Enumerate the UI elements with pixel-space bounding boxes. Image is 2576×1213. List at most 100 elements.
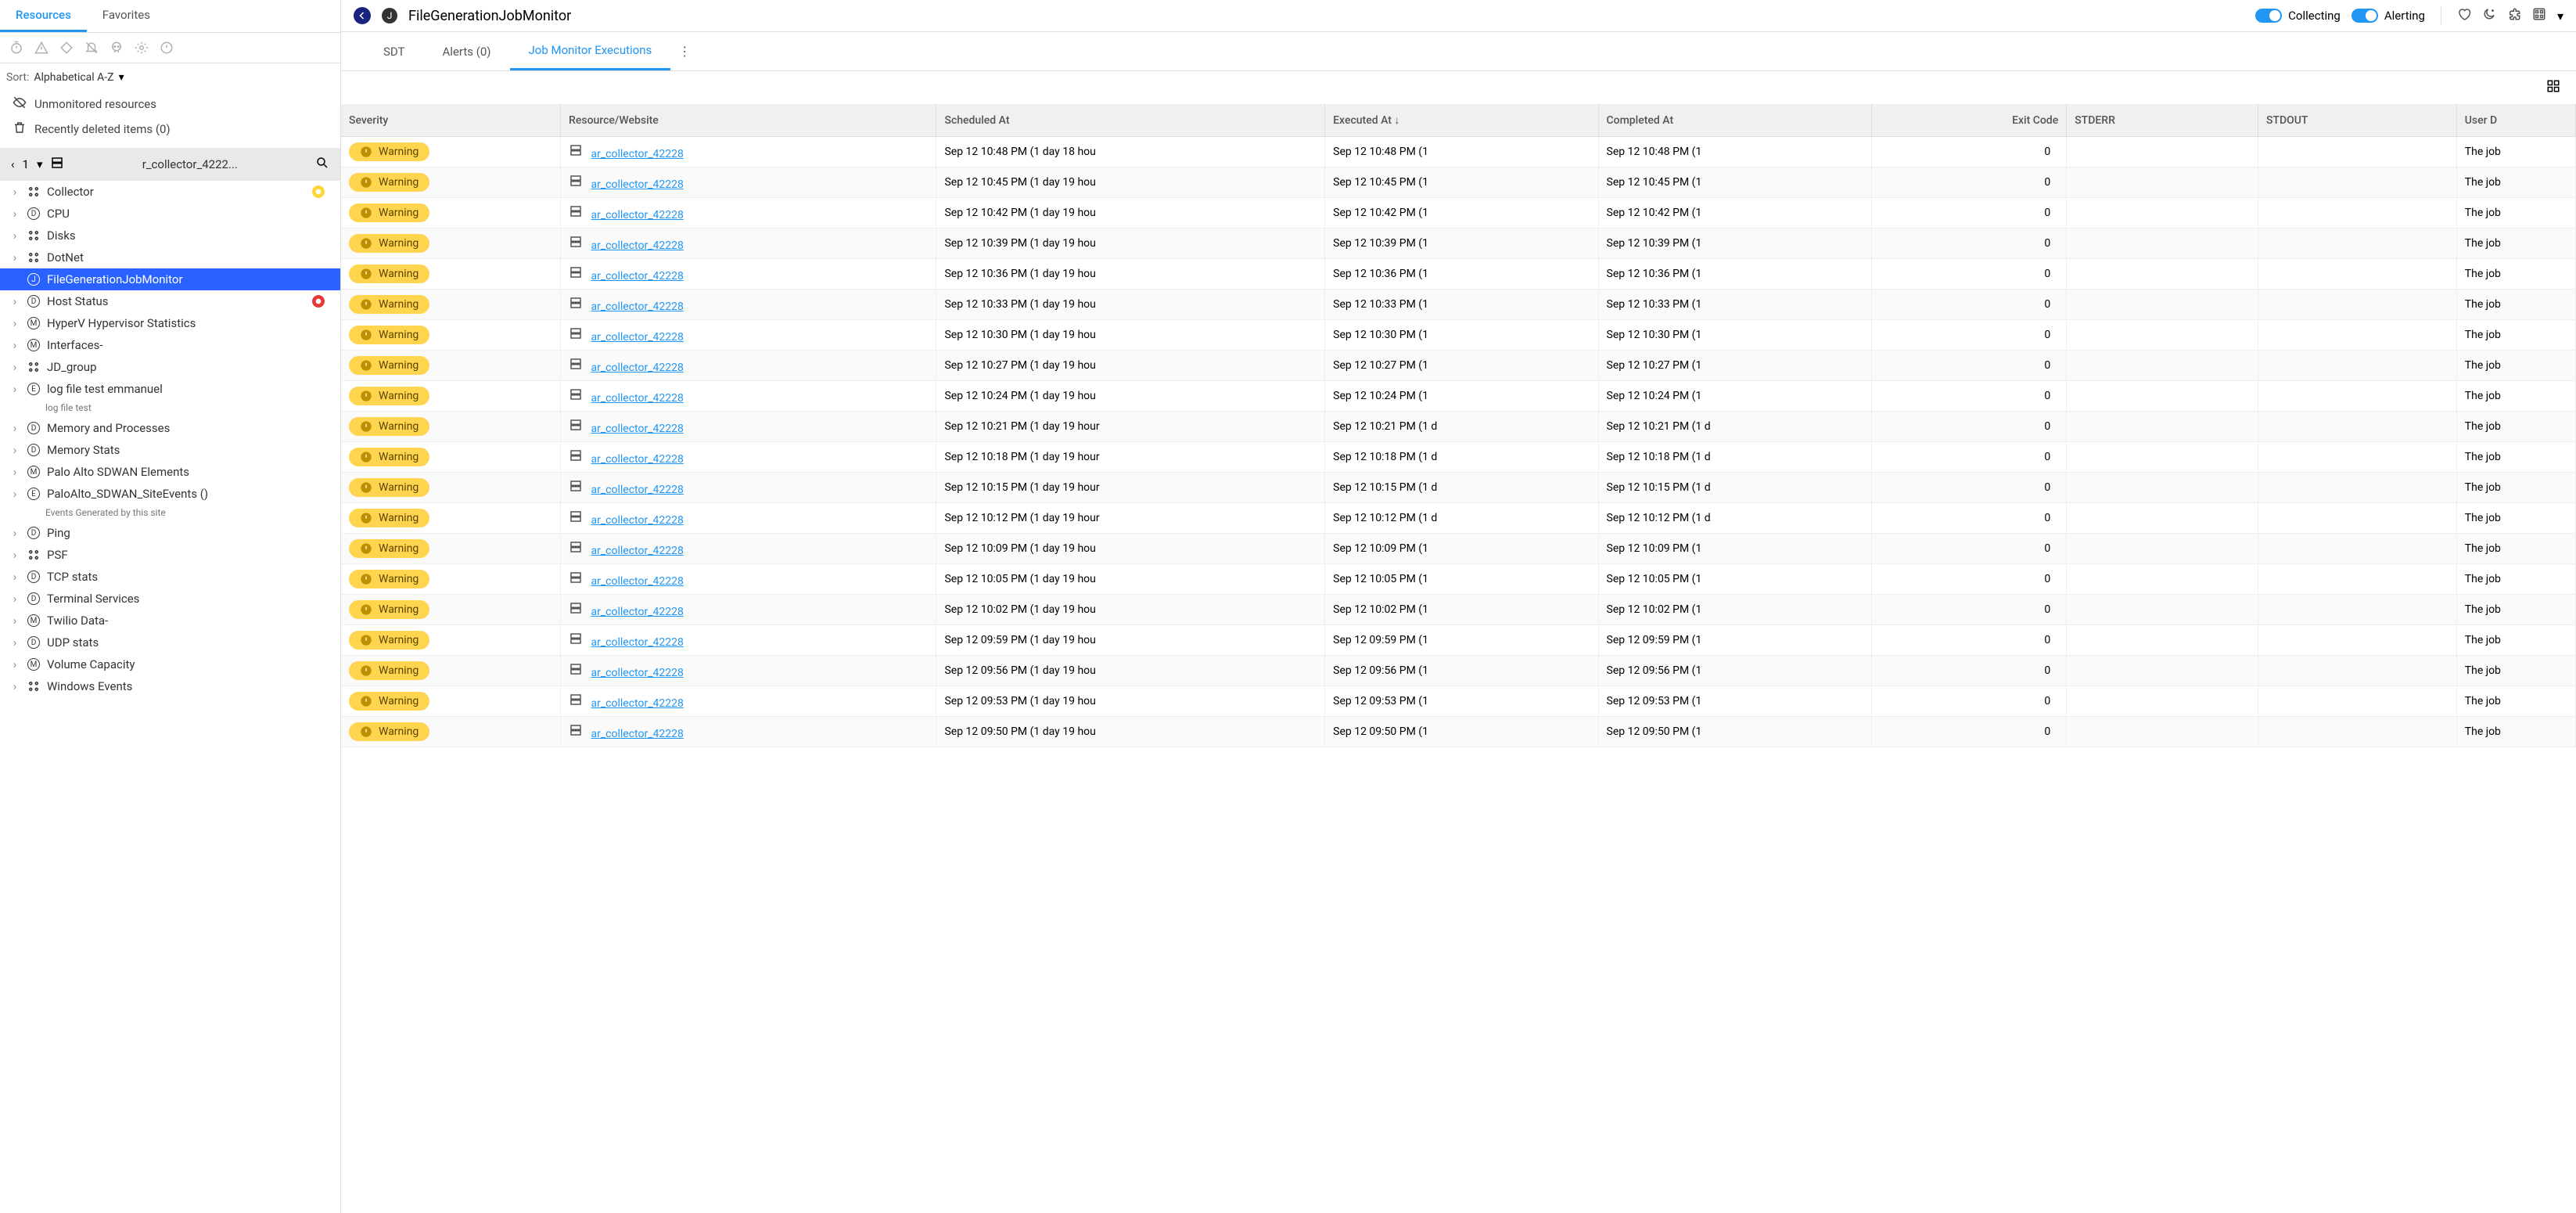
gear-icon[interactable] [135,41,149,55]
tree-item[interactable]: ›Windows Events [0,675,340,697]
resource-link[interactable]: ar_collector_42228 [591,453,683,466]
tree-item[interactable]: ›DotNet [0,247,340,268]
resource-link[interactable]: ar_collector_42228 [591,545,683,557]
tree-item[interactable]: ›DPing [0,522,340,544]
col-user[interactable]: User D [2456,104,2575,137]
search-icon[interactable] [315,156,329,173]
tree-item[interactable]: ›JD_group [0,356,340,378]
tree-item[interactable]: ›DMemory Stats [0,439,340,461]
table-row[interactable]: Warning ar_collector_42228Sep 12 10:42 P… [341,198,2576,229]
resource-link[interactable]: ar_collector_42228 [591,148,683,160]
resource-link[interactable]: ar_collector_42228 [591,209,683,221]
tree-item[interactable]: ›MPalo Alto SDWAN Elements [0,461,340,483]
tree-item[interactable]: ›MHyperV Hypervisor Statistics [0,312,340,334]
table-row[interactable]: Warning ar_collector_42228Sep 12 10:27 P… [341,351,2576,381]
tree-item[interactable]: ›DMemory and Processes [0,417,340,439]
tree-item[interactable]: ›PSF [0,544,340,566]
grid-view-icon[interactable] [2546,79,2560,96]
resource-link[interactable]: ar_collector_42228 [591,301,683,313]
col-stdout[interactable]: STDOUT [2258,104,2456,137]
resource-link[interactable]: ar_collector_42228 [591,331,683,344]
more-vertical-icon[interactable]: ⋮ [678,44,691,59]
tree-item[interactable]: ›Collector [0,181,340,203]
table-row[interactable]: Warning ar_collector_42228Sep 12 10:30 P… [341,320,2576,351]
table-row[interactable]: Warning ar_collector_42228Sep 12 10:18 P… [341,442,2576,473]
table-row[interactable]: Warning ar_collector_42228Sep 12 09:59 P… [341,625,2576,656]
tree-item[interactable]: ›Disks [0,225,340,247]
table-row[interactable]: Warning ar_collector_42228Sep 12 10:45 P… [341,167,2576,198]
resource-link[interactable]: ar_collector_42228 [591,484,683,496]
table-row[interactable]: Warning ar_collector_42228Sep 12 10:05 P… [341,564,2576,595]
tab-sdt[interactable]: SDT [365,34,424,70]
table-row[interactable]: Warning ar_collector_42228Sep 12 10:15 P… [341,473,2576,503]
chevron-down-icon[interactable]: ▾ [37,157,43,171]
resource-link[interactable]: ar_collector_42228 [591,667,683,679]
warning-triangle-icon[interactable] [34,41,49,55]
tab-resources[interactable]: Resources [0,0,87,32]
resource-link[interactable]: ar_collector_42228 [591,697,683,710]
resource-link[interactable]: ar_collector_42228 [591,636,683,649]
col-scheduled[interactable]: Scheduled At [936,104,1325,137]
resource-link[interactable]: ar_collector_42228 [591,270,683,283]
col-stderr[interactable]: STDERR [2067,104,2258,137]
tree-item[interactable]: ›MInterfaces- [0,334,340,356]
alerting-toggle[interactable]: Alerting [2351,9,2425,23]
resource-link[interactable]: ar_collector_42228 [591,423,683,435]
resource-link[interactable]: ar_collector_42228 [591,606,683,618]
table-row[interactable]: Warning ar_collector_42228Sep 12 10:33 P… [341,290,2576,320]
table-row[interactable]: Warning ar_collector_42228Sep 12 10:09 P… [341,534,2576,564]
col-severity[interactable]: Severity [341,104,561,137]
table-row[interactable]: Warning ar_collector_42228Sep 12 10:21 P… [341,412,2576,442]
tab-favorites[interactable]: Favorites [87,0,166,32]
table-row[interactable]: Warning ar_collector_42228Sep 12 09:50 P… [341,717,2576,747]
table-row[interactable]: Warning ar_collector_42228Sep 12 10:48 P… [341,137,2576,167]
stopwatch-icon[interactable] [9,41,23,55]
filter-unmonitored[interactable]: Unmonitored resources [13,92,328,117]
resource-link[interactable]: ar_collector_42228 [591,728,683,740]
tab-alerts[interactable]: Alerts (0) [424,34,510,70]
resource-link[interactable]: ar_collector_42228 [591,514,683,527]
chevron-down-icon[interactable]: ▾ [2557,9,2563,23]
tree-item[interactable]: JFileGenerationJobMonitor [0,268,340,290]
layout-icon[interactable] [2532,7,2546,24]
tree-item[interactable]: ›EPaloAlto_SDWAN_SiteEvents ()Events Gen… [0,483,340,522]
tree-item[interactable]: ›DTerminal Services [0,588,340,610]
resource-link[interactable]: ar_collector_42228 [591,575,683,588]
resource-link[interactable]: ar_collector_42228 [591,239,683,252]
skull-icon[interactable] [110,41,124,55]
sort-selector[interactable]: Sort: Alphabetical A-Z ▾ [0,63,340,92]
table-row[interactable]: Warning ar_collector_42228Sep 12 09:53 P… [341,686,2576,717]
table-row[interactable]: Warning ar_collector_42228Sep 12 10:24 P… [341,381,2576,412]
tree-item[interactable]: ›DTCP stats [0,566,340,588]
heart-icon[interactable] [2457,7,2471,24]
tree-item[interactable]: ›MTwilio Data- [0,610,340,632]
resource-link[interactable]: ar_collector_42228 [591,178,683,191]
col-resource[interactable]: Resource/Website [561,104,936,137]
table-row[interactable]: Warning ar_collector_42228Sep 12 09:56 P… [341,656,2576,686]
tab-job-monitor[interactable]: Job Monitor Executions [510,32,671,70]
table-row[interactable]: Warning ar_collector_42228Sep 12 10:12 P… [341,503,2576,534]
col-executed[interactable]: Executed At ↓ [1325,104,1598,137]
resource-link[interactable]: ar_collector_42228 [591,392,683,405]
puzzle-icon[interactable] [2507,7,2521,24]
collecting-toggle[interactable]: Collecting [2255,9,2341,23]
filter-deleted[interactable]: Recently deleted items (0) [13,117,328,142]
tree-item[interactable]: ›DCPU [0,203,340,225]
power-icon[interactable] [160,41,174,55]
diamond-icon[interactable] [59,41,74,55]
tree-item[interactable]: ›DUDP stats [0,632,340,653]
tree-item[interactable]: ›DHost Status [0,290,340,312]
bell-off-icon[interactable] [84,41,99,55]
resource-link[interactable]: ar_collector_42228 [591,362,683,374]
table-row[interactable]: Warning ar_collector_42228Sep 12 10:02 P… [341,595,2576,625]
back-button[interactable] [354,7,371,24]
tree-item[interactable]: ›Elog file test emmanuellog file test [0,378,340,417]
col-exit[interactable]: Exit Code [1871,104,2066,137]
table-row[interactable]: Warning ar_collector_42228Sep 12 10:36 P… [341,259,2576,290]
table-row[interactable]: Warning ar_collector_42228Sep 12 10:39 P… [341,229,2576,259]
col-completed[interactable]: Completed At [1598,104,1871,137]
cell-scheduled: Sep 12 10:05 PM (1 day 19 hou [936,564,1325,595]
tree-item[interactable]: ›MVolume Capacity [0,653,340,675]
nav-back-icon[interactable]: ‹ [11,157,15,171]
moon-plus-icon[interactable] [2482,7,2496,24]
